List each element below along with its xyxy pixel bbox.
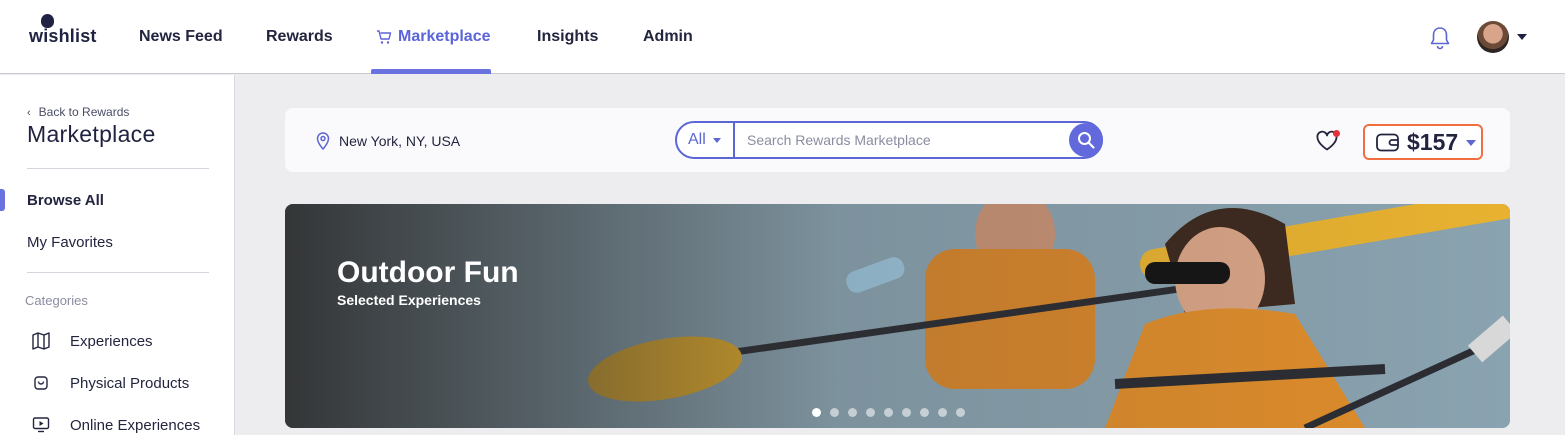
- carousel-dot[interactable]: [884, 408, 893, 417]
- active-tab-indicator: [371, 69, 491, 74]
- back-link-label: Back to Rewards: [38, 105, 130, 119]
- bag-icon: [34, 376, 48, 390]
- sidebar-item-experiences[interactable]: Experiences: [70, 333, 153, 350]
- top-navbar: wishlist News Feed Rewards Marketplace I…: [0, 0, 1565, 74]
- sidebar-divider: [27, 168, 209, 169]
- sidebar-divider: [27, 272, 209, 273]
- location-selector[interactable]: New York, NY, USA: [339, 133, 460, 149]
- carousel-dot[interactable]: [848, 408, 857, 417]
- chevron-down-icon: [713, 138, 721, 143]
- monitor-play-icon: [32, 417, 50, 433]
- categories-heading: Categories: [25, 293, 88, 308]
- nav-marketplace-label: Marketplace: [398, 28, 491, 45]
- active-link-indicator: [0, 189, 5, 211]
- category-dropdown[interactable]: All: [677, 123, 735, 157]
- search-icon: [1078, 132, 1095, 149]
- search-group: All: [675, 121, 1103, 159]
- notifications-bell-icon[interactable]: [1429, 26, 1451, 50]
- location-pin-icon: [316, 132, 330, 150]
- hero-image: [285, 204, 1510, 428]
- cart-icon: [377, 30, 392, 44]
- carousel-dot[interactable]: [902, 408, 911, 417]
- category-dropdown-value: All: [688, 131, 706, 148]
- carousel-dot[interactable]: [812, 408, 821, 417]
- nav-marketplace[interactable]: Marketplace: [377, 28, 491, 46]
- search-button[interactable]: [1069, 123, 1103, 157]
- nav-admin[interactable]: Admin: [643, 28, 693, 46]
- wallet-balance: $157: [1407, 129, 1459, 155]
- logo-text: wishlist: [29, 26, 97, 46]
- sidebar-item-my-favorites[interactable]: My Favorites: [27, 234, 113, 251]
- hero-banner[interactable]: Outdoor Fun Selected Experiences: [285, 204, 1510, 428]
- sidebar-item-physical-products[interactable]: Physical Products: [70, 375, 189, 392]
- search-bar-card: New York, NY, USA All $157: [285, 108, 1510, 172]
- search-input[interactable]: [747, 132, 1057, 148]
- nav-insights[interactable]: Insights: [537, 28, 598, 46]
- carousel-dot[interactable]: [938, 408, 947, 417]
- nav-rewards[interactable]: Rewards: [266, 28, 333, 46]
- notification-dot: [1333, 130, 1340, 137]
- favorites-heart-button[interactable]: [1315, 130, 1340, 152]
- sidebar: ‹ Back to Rewards Marketplace Browse All …: [0, 75, 235, 435]
- hero-title: Outdoor Fun: [337, 256, 519, 289]
- wallet-icon: [1376, 133, 1399, 152]
- back-to-rewards-link[interactable]: ‹ Back to Rewards: [27, 105, 129, 119]
- wishlist-logo[interactable]: wishlist: [29, 14, 97, 48]
- sidebar-item-online-experiences[interactable]: Online Experiences: [70, 417, 200, 434]
- carousel-dot[interactable]: [920, 408, 929, 417]
- page-title: Marketplace: [27, 121, 156, 147]
- sidebar-item-browse-all[interactable]: Browse All: [27, 192, 104, 209]
- chevron-left-icon: ‹: [27, 107, 31, 119]
- chevron-down-icon: [1466, 140, 1476, 146]
- chevron-down-icon[interactable]: [1517, 34, 1527, 40]
- carousel-dot[interactable]: [830, 408, 839, 417]
- wallet-balance-button[interactable]: $157: [1363, 124, 1483, 160]
- nav-news-feed[interactable]: News Feed: [139, 28, 223, 46]
- carousel-dot[interactable]: [866, 408, 875, 417]
- hero-subtitle: Selected Experiences: [337, 292, 481, 308]
- user-avatar[interactable]: [1477, 21, 1509, 53]
- map-icon: [32, 332, 50, 350]
- carousel-dot[interactable]: [956, 408, 965, 417]
